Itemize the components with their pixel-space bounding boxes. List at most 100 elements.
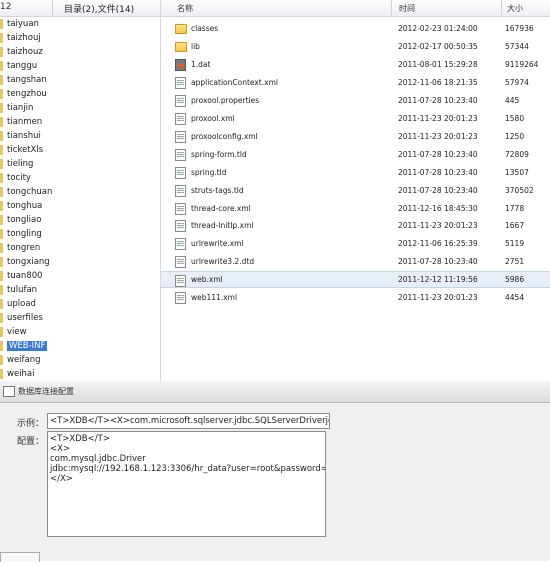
- tree-item[interactable]: tongling: [0, 227, 160, 241]
- tree-item[interactable]: ticketXls: [0, 143, 160, 157]
- tree-item[interactable]: view: [0, 325, 160, 339]
- folder-icon: [175, 41, 187, 52]
- tree-item[interactable]: tuan800: [0, 269, 160, 283]
- file-name: proxool.properties: [191, 95, 260, 105]
- file-row[interactable]: spring.tld 2011-07-28 10:23:40 13507: [161, 164, 550, 181]
- tree-list: taiyuan taizhouj taizhouz tanggu tangshan ten…: [0, 17, 160, 381]
- file-row[interactable]: web.xml 2011-12-12 11:19:56 5986: [161, 271, 550, 289]
- file-name: urlrewrite3.2.dtd: [191, 257, 255, 267]
- column-divider: [391, 0, 392, 16]
- file-icon: [175, 130, 186, 143]
- file-icon: [175, 94, 186, 107]
- tree-item-label: upload: [7, 299, 36, 309]
- file-icon: [175, 238, 186, 251]
- tree-item[interactable]: tongchuan: [0, 185, 160, 199]
- file-row[interactable]: proxool.xml 2011-11-23 20:01:23 1580: [161, 110, 550, 127]
- file-date: 2011-12-12 11:19:56: [398, 275, 478, 285]
- file-size: 1580: [505, 113, 525, 123]
- file-date: 2012-02-17 00:50:35: [398, 41, 478, 51]
- tree-item-label: tongchuan: [7, 187, 53, 197]
- tree-item[interactable]: tongren: [0, 241, 160, 255]
- tree-item-label: tongling: [7, 229, 42, 239]
- tree-item[interactable]: tanggu: [0, 59, 160, 73]
- file-size: 72809: [505, 149, 529, 159]
- tree-item[interactable]: tianmen: [0, 115, 160, 129]
- file-row[interactable]: thread-core.xml 2011-12-16 18:45:30 1778: [161, 200, 550, 217]
- example-field[interactable]: <T>XDB</T><X>com.microsoft.sqlserver.jdb…: [47, 413, 330, 429]
- tree-item-label: taizhouj: [7, 33, 41, 43]
- tree-item[interactable]: tocity: [0, 171, 160, 185]
- tree-item-label: weihai: [7, 369, 35, 379]
- folder-icon: [175, 24, 187, 34]
- column-header-name[interactable]: 名称: [177, 3, 193, 14]
- file-icon: [175, 256, 186, 269]
- file-name: web.xml: [191, 275, 223, 285]
- column-header-size[interactable]: 大小: [507, 3, 523, 14]
- tree-item[interactable]: upload: [0, 297, 160, 311]
- file-name: spring-form.tld: [191, 149, 247, 159]
- config-label: 配置：: [17, 437, 45, 447]
- file-name: applicationContext.xml: [191, 77, 278, 87]
- file-row[interactable]: classes 2012-02-23 01:24:00 167936: [161, 20, 550, 37]
- file-icon: [175, 76, 186, 89]
- directory-tree: 12 目录(2),文件(14) taiyuan taizhouj taizhouz t…: [0, 0, 161, 381]
- tree-item[interactable]: weifang: [0, 353, 160, 367]
- tree-item[interactable]: userfiles: [0, 311, 160, 325]
- tree-item[interactable]: taizhouj: [0, 31, 160, 45]
- tree-item[interactable]: weihai: [0, 367, 160, 381]
- file-icon: [175, 275, 186, 288]
- tree-item[interactable]: tongxiang: [0, 255, 160, 269]
- file-name: struts-tags.tld: [191, 185, 244, 195]
- tree-item-label: tianshui: [7, 131, 41, 141]
- file-row[interactable]: proxool.properties 2011-07-28 10:23:40 445: [161, 92, 550, 109]
- tree-item[interactable]: tonghua: [0, 199, 160, 213]
- tree-item[interactable]: tianshui: [0, 129, 160, 143]
- file-row[interactable]: spring-form.tld 2011-07-28 10:23:40 72809: [161, 146, 550, 163]
- config-textarea[interactable]: <T>XDB</T> <X> com.mysql.jdbc.Driver jdb…: [47, 431, 326, 537]
- column-header-date[interactable]: 时间: [399, 3, 415, 14]
- tree-item-label: tianjin: [7, 103, 34, 113]
- file-icon: [175, 292, 186, 305]
- tree-item-label: tongren: [7, 243, 41, 253]
- tree-item-label: taizhouz: [7, 47, 43, 57]
- tree-item-label: ticketXls: [7, 145, 44, 155]
- file-date: 2011-11-23 20:01:23: [398, 113, 478, 123]
- tree-item-label: view: [7, 327, 27, 337]
- file-name: web111.xml: [191, 293, 238, 303]
- file-date: 2012-02-23 01:24:00: [398, 24, 478, 33]
- file-name: proxoolconfig.xml: [191, 131, 258, 141]
- file-size: 5986: [505, 275, 525, 285]
- tree-item[interactable]: tulufan: [0, 283, 160, 297]
- tree-item[interactable]: tieling: [0, 157, 160, 171]
- tree-item[interactable]: tongliao: [0, 213, 160, 227]
- file-date: 2011-07-28 10:23:40: [398, 149, 478, 159]
- file-row[interactable]: applicationContext.xml 2012-11-06 18:21:3…: [161, 74, 550, 91]
- tree-item[interactable]: tianjin: [0, 101, 160, 115]
- file-row[interactable]: struts-tags.tld 2011-07-28 10:23:40 370502: [161, 182, 550, 199]
- file-size: 1667: [505, 221, 525, 231]
- file-icon: [175, 166, 186, 179]
- tree-item-label: tanggu: [7, 61, 38, 71]
- file-row[interactable]: lib 2012-02-17 00:50:35 57344: [161, 38, 550, 55]
- file-row[interactable]: 1.dat 2011-08-01 15:29:28 9119264: [161, 56, 550, 73]
- tree-item-label: userfiles: [7, 313, 43, 323]
- tree-item-label: tulufan: [7, 285, 38, 295]
- file-size: 57344: [505, 41, 529, 51]
- tree-item-label: taiyuan: [7, 19, 39, 29]
- file-row[interactable]: urlrewrite.xml 2012-11-06 16:25:39 5119: [161, 235, 550, 252]
- tree-item-label: tonghua: [7, 201, 43, 211]
- file-row[interactable]: web111.xml 2011-11-23 20:01:23 4454: [161, 289, 550, 306]
- tree-item[interactable]: taiyuan: [0, 17, 160, 31]
- file-date: 2011-11-23 20:01:23: [398, 221, 478, 231]
- tree-item[interactable]: WEB-INF: [0, 339, 160, 353]
- tree-item[interactable]: tangshan: [0, 73, 160, 87]
- file-size: 9119264: [505, 59, 539, 69]
- file-row[interactable]: thread-InitIp.xml 2011-11-23 20:01:23 1667: [161, 217, 550, 234]
- tree-item-label: tongliao: [7, 215, 42, 225]
- tree-item[interactable]: taizhouz: [0, 45, 160, 59]
- tree-item-label: tieling: [7, 159, 34, 169]
- tree-header-number: 12: [0, 2, 12, 12]
- file-row[interactable]: proxoolconfig.xml 2011-11-23 20:01:23 1250: [161, 128, 550, 145]
- file-row[interactable]: urlrewrite3.2.dtd 2011-07-28 10:23:40 2751: [161, 253, 550, 270]
- tree-item[interactable]: tengzhou: [0, 87, 160, 101]
